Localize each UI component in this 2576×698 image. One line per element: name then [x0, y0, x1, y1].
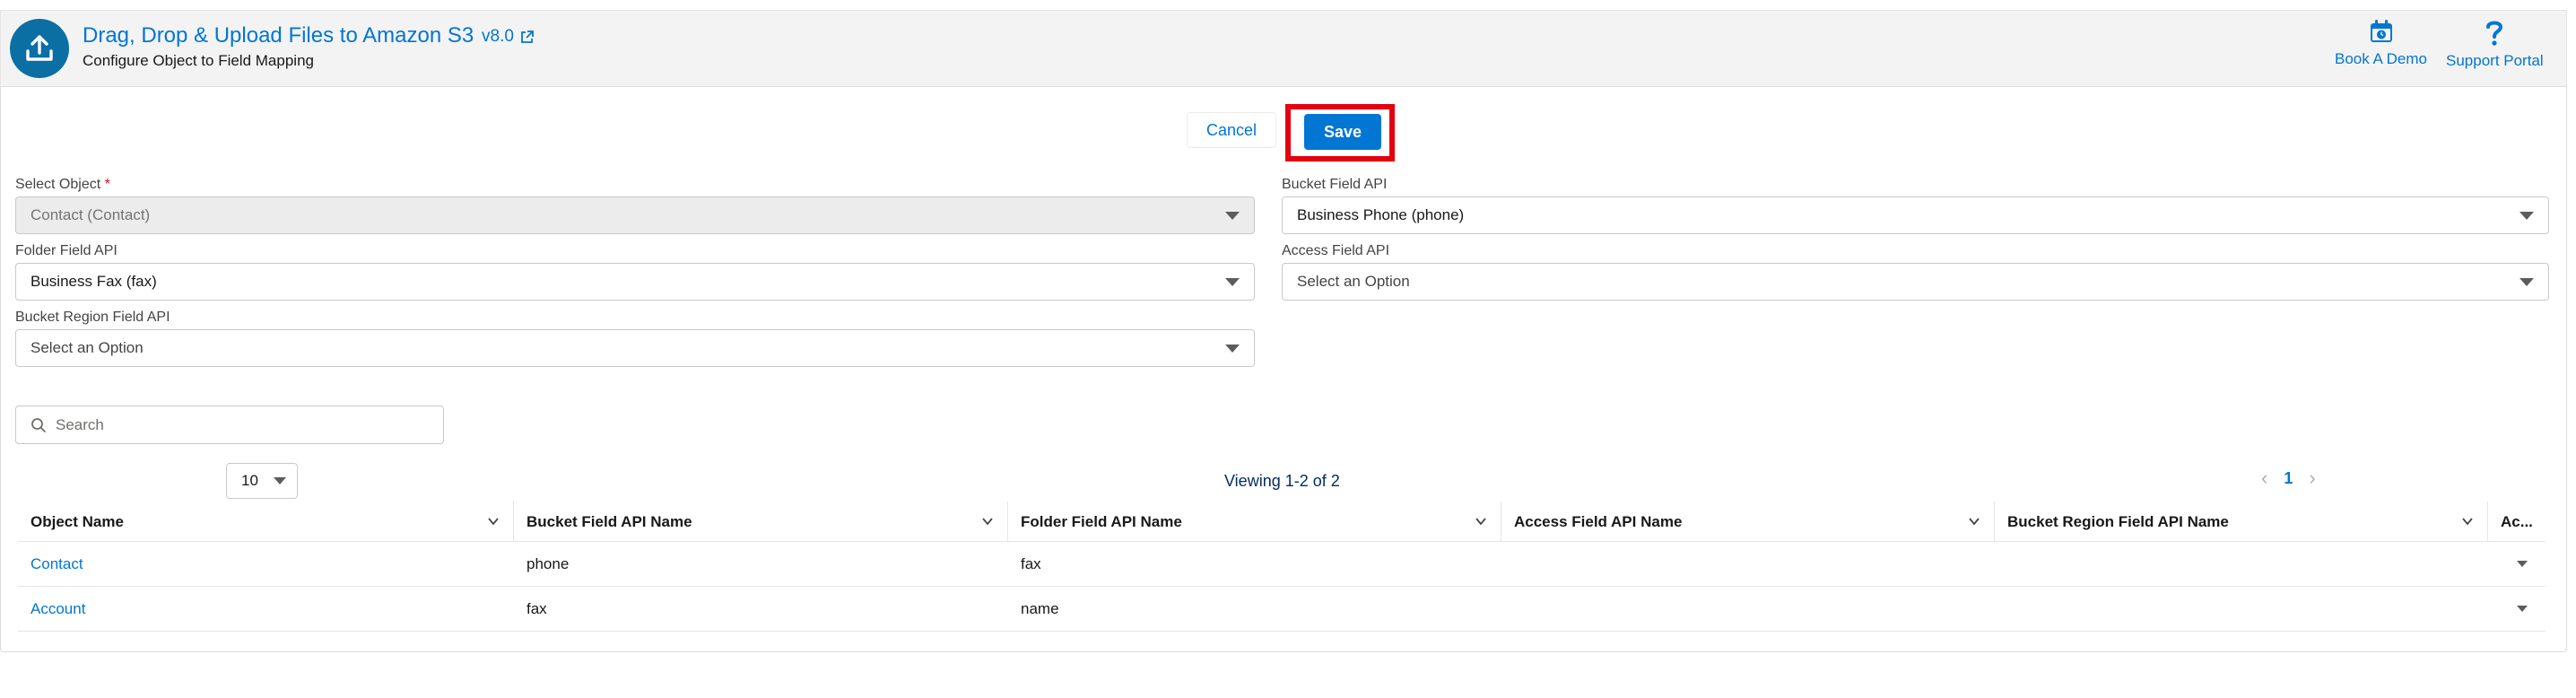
folder-field-combobox[interactable]: Business Fax (fax) [15, 263, 1255, 301]
next-page-icon[interactable]: › [2309, 467, 2315, 490]
column-header-access-field[interactable]: Access Field API Name [1501, 502, 1995, 542]
select-object-value: Contact (Contact) [30, 206, 151, 223]
folder-field-value: Business Fax (fax) [30, 273, 157, 290]
bucket-region-field-value: Select an Option [30, 339, 144, 356]
select-object-combobox[interactable]: Contact (Contact) [15, 196, 1255, 234]
column-header-object-name[interactable]: Object Name [18, 502, 514, 542]
cell-object-name[interactable]: Account [18, 587, 85, 632]
cell-folder-field: fax [1021, 555, 1041, 572]
save-button[interactable]: Save [1304, 114, 1381, 150]
page-size-value: 10 [241, 472, 258, 489]
chevron-down-icon [2519, 212, 2534, 220]
cell-bucket-field: phone [527, 555, 570, 572]
select-object-label: Select Object * [15, 177, 110, 192]
support-portal-label: Support Portal [2446, 52, 2544, 69]
upload-icon [10, 19, 69, 78]
chevron-down-icon[interactable] [2462, 516, 2473, 527]
chevron-down-icon [1225, 212, 1240, 220]
version-label: v8.0 [482, 27, 514, 46]
app-version-link[interactable]: v8.0 [482, 27, 535, 47]
cell-access-field [1501, 587, 1514, 632]
chevron-down-icon[interactable] [1475, 516, 1486, 527]
chevron-down-icon [2519, 278, 2534, 286]
search-input[interactable] [56, 415, 432, 434]
access-field-label: Access Field API [1282, 243, 1390, 258]
access-field-value: Select an Option [1297, 273, 1410, 290]
app-subtitle: Configure Object to Field Mapping [83, 52, 314, 69]
chevron-down-icon[interactable] [982, 516, 993, 527]
bucket-field-value: Business Phone (phone) [1297, 206, 1465, 223]
search-box[interactable] [15, 406, 444, 444]
bucket-field-label: Bucket Field API [1282, 177, 1388, 192]
column-header-bucket-region-field[interactable]: Bucket Region Field API Name [1995, 502, 2488, 542]
cell-folder-field: name [1021, 600, 1059, 617]
question-icon [2486, 21, 2503, 46]
table-header: Object Name Bucket Field API Name Folder… [18, 502, 2546, 542]
folder-field-label: Folder Field API [15, 243, 117, 258]
external-link-icon [521, 30, 534, 43]
book-demo-button[interactable]: Book A Demo [2335, 18, 2427, 68]
bucket-field-combobox[interactable]: Business Phone (phone) [1282, 196, 2549, 234]
required-marker: * [104, 177, 110, 192]
calendar-icon [2370, 20, 2392, 42]
chevron-down-icon [1225, 278, 1240, 286]
cell-object-name[interactable]: Contact [18, 542, 83, 587]
current-page[interactable]: 1 [2284, 469, 2293, 488]
page-size-select[interactable]: 10 [226, 463, 298, 499]
access-field-combobox[interactable]: Select an Option [1282, 263, 2549, 301]
row-actions-dropdown-icon[interactable] [2517, 606, 2528, 612]
book-demo-label: Book A Demo [2335, 50, 2428, 67]
column-header-actions: Ac... [2501, 512, 2533, 530]
previous-page-icon[interactable]: ‹ [2261, 467, 2267, 490]
table-row: Contact phone fax [18, 542, 2546, 587]
bucket-region-field-label: Bucket Region Field API [15, 310, 170, 325]
cell-bucket-region-field [1995, 587, 2007, 632]
cancel-button[interactable]: Cancel [1187, 112, 1276, 148]
column-header-bucket-field[interactable]: Bucket Field API Name [514, 502, 1008, 542]
app-header: Drag, Drop & Upload Files to Amazon S3 v… [0, 10, 2567, 87]
row-actions-dropdown-icon[interactable] [2517, 561, 2528, 567]
mapping-card: Cancel Save Select Object * Contact (Con… [0, 87, 2567, 652]
search-icon [31, 417, 46, 432]
chevron-down-icon [274, 477, 286, 484]
bucket-region-field-combobox[interactable]: Select an Option [15, 329, 1255, 367]
table-row: Account fax name [18, 587, 2546, 632]
mapping-table: Object Name Bucket Field API Name Folder… [18, 502, 2546, 632]
app-title: Drag, Drop & Upload Files to Amazon S3 [83, 23, 474, 48]
support-portal-button[interactable]: Support Portal [2446, 18, 2544, 70]
cell-access-field [1501, 542, 1514, 587]
viewing-count: Viewing 1-2 of 2 [1224, 472, 1340, 490]
cell-bucket-region-field [1995, 542, 2007, 587]
column-header-folder-field[interactable]: Folder Field API Name [1008, 502, 1501, 542]
cell-bucket-field: fax [527, 600, 547, 617]
chevron-down-icon[interactable] [488, 516, 499, 527]
chevron-down-icon[interactable] [1969, 516, 1980, 527]
pagination: ‹ 1 › [2261, 467, 2316, 490]
chevron-down-icon [1225, 345, 1240, 353]
